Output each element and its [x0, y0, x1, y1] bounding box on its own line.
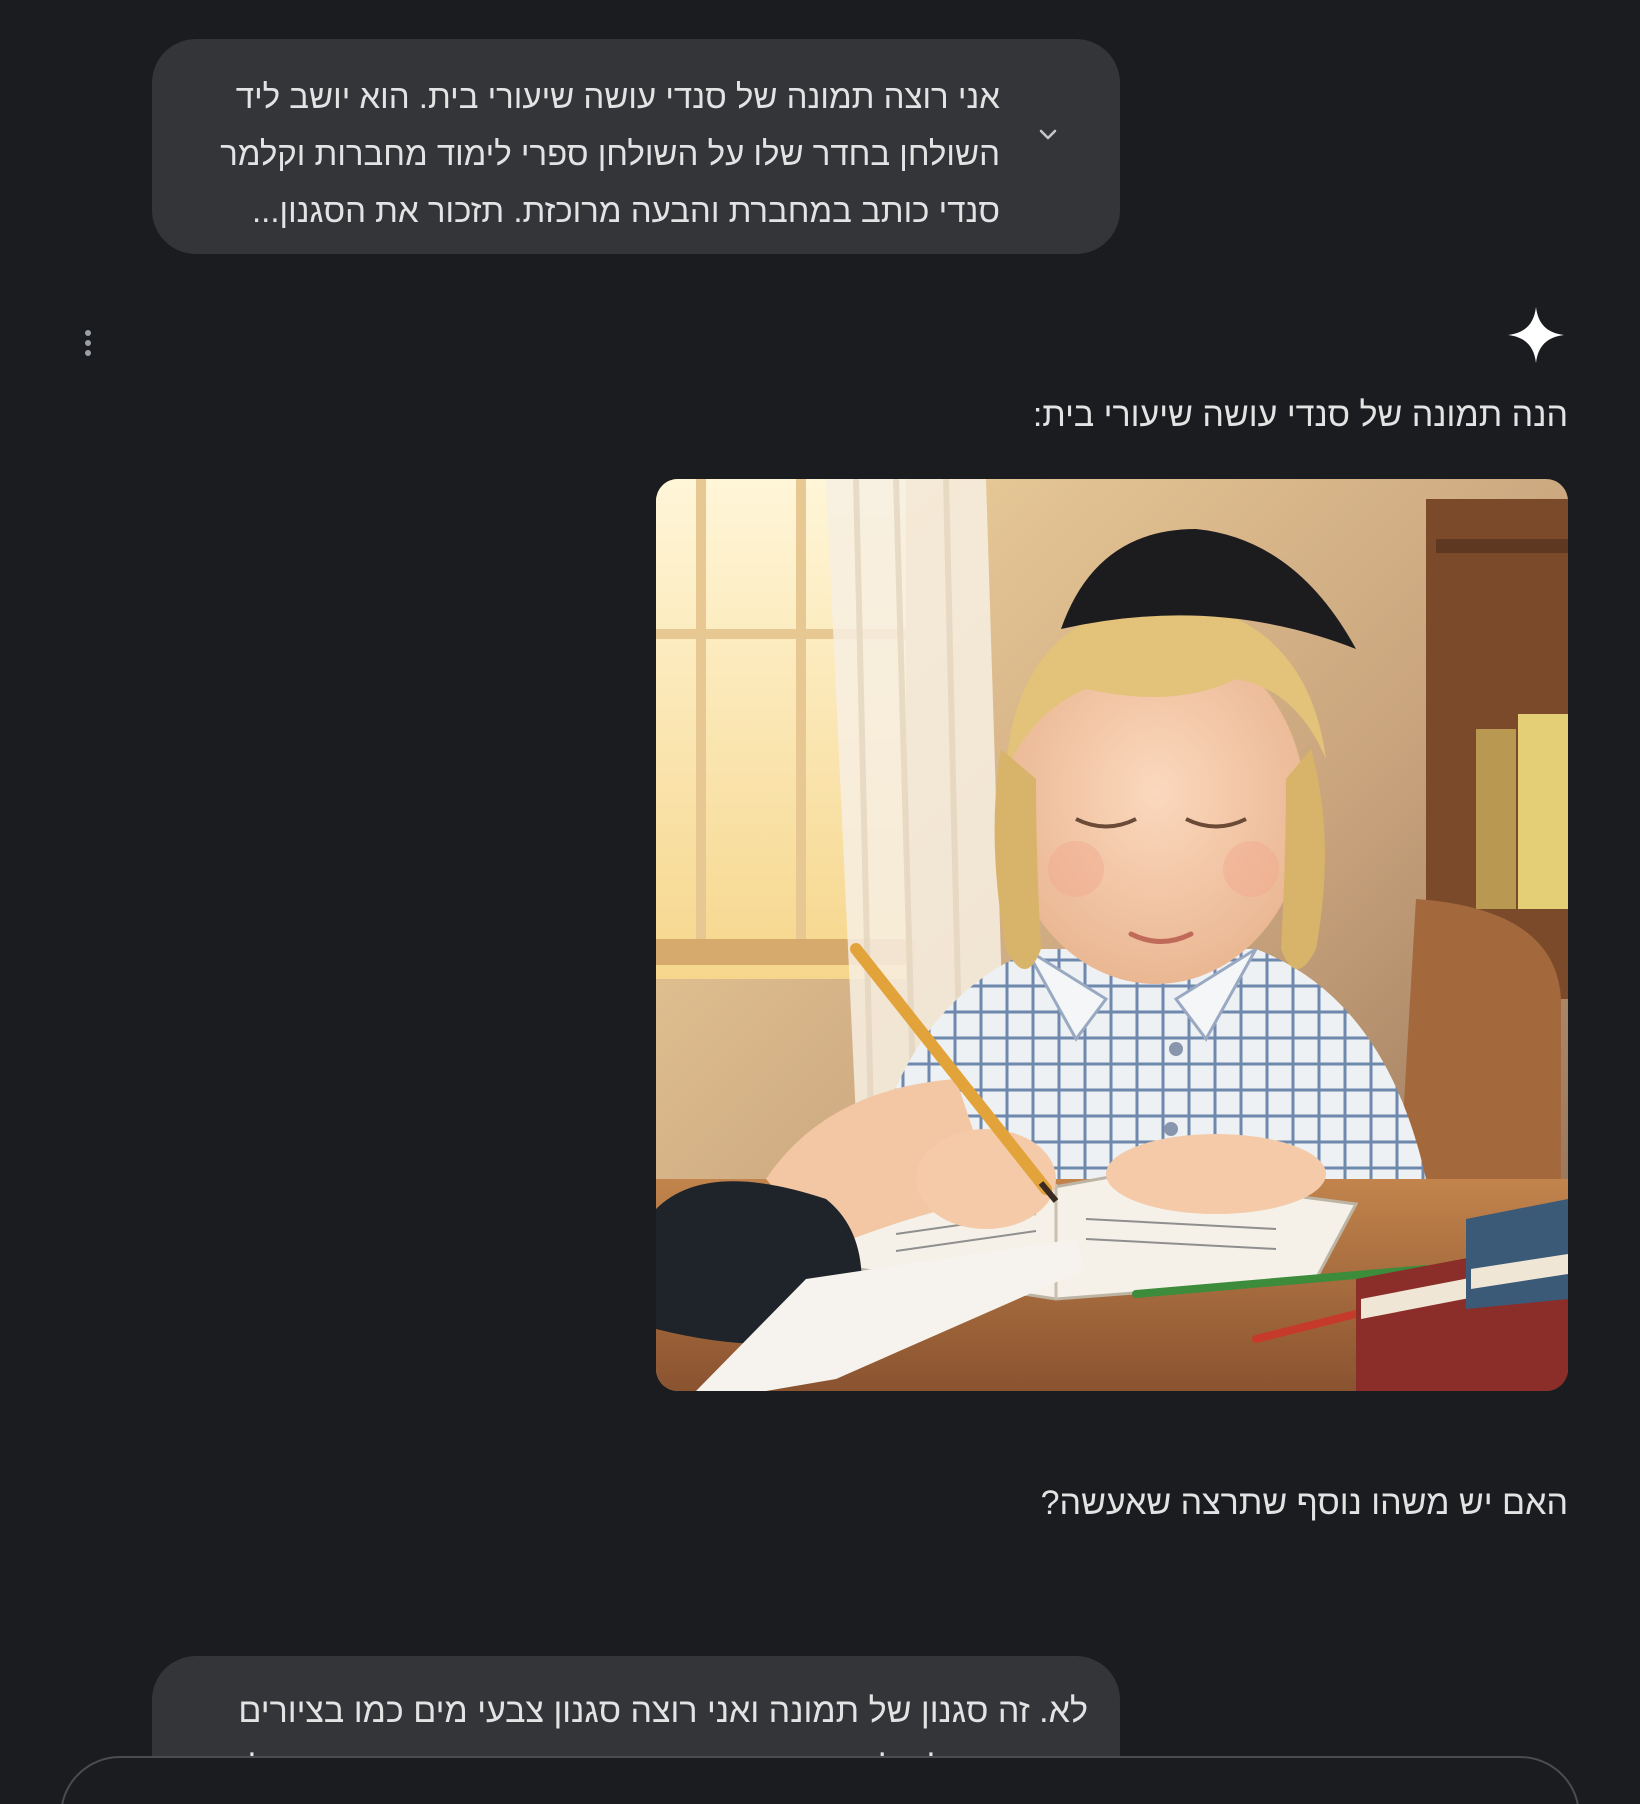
prompt-input-bar[interactable]	[60, 1756, 1580, 1804]
generated-image[interactable]	[656, 479, 1568, 1391]
user-message-bubble: אני רוצה תמונה של סנדי עושה שיעורי בית. …	[152, 39, 1120, 254]
assistant-intro-text: הנה תמונה של סנדי עושה שיעורי בית:	[1032, 396, 1568, 434]
chevron-down-icon[interactable]	[1032, 119, 1064, 151]
user-message-line: אני רוצה תמונה של סנדי עושה שיעורי בית. …	[235, 78, 1000, 115]
more-vert-icon[interactable]	[74, 326, 102, 362]
assistant-followup-text: האם יש משהו נוסף שתרצה שאעשה?	[1040, 1484, 1568, 1522]
user-message-line: השולחן בחדר שלו על השולחן ספרי לימוד מחב…	[220, 135, 1000, 172]
sparkle-icon	[1508, 307, 1564, 363]
user-message-line: לא. זה סגנון של תמונה ואני רוצה סגנון צב…	[238, 1692, 1088, 1730]
user-message-text: אני רוצה תמונה של סנדי עושה שיעורי בית. …	[220, 68, 1000, 239]
chat-page: אני רוצה תמונה של סנדי עושה שיעורי בית. …	[0, 0, 1640, 1804]
user-message-line: סנדי כותב במחברת והבעה מרוכזת. תזכור את …	[252, 192, 1000, 229]
